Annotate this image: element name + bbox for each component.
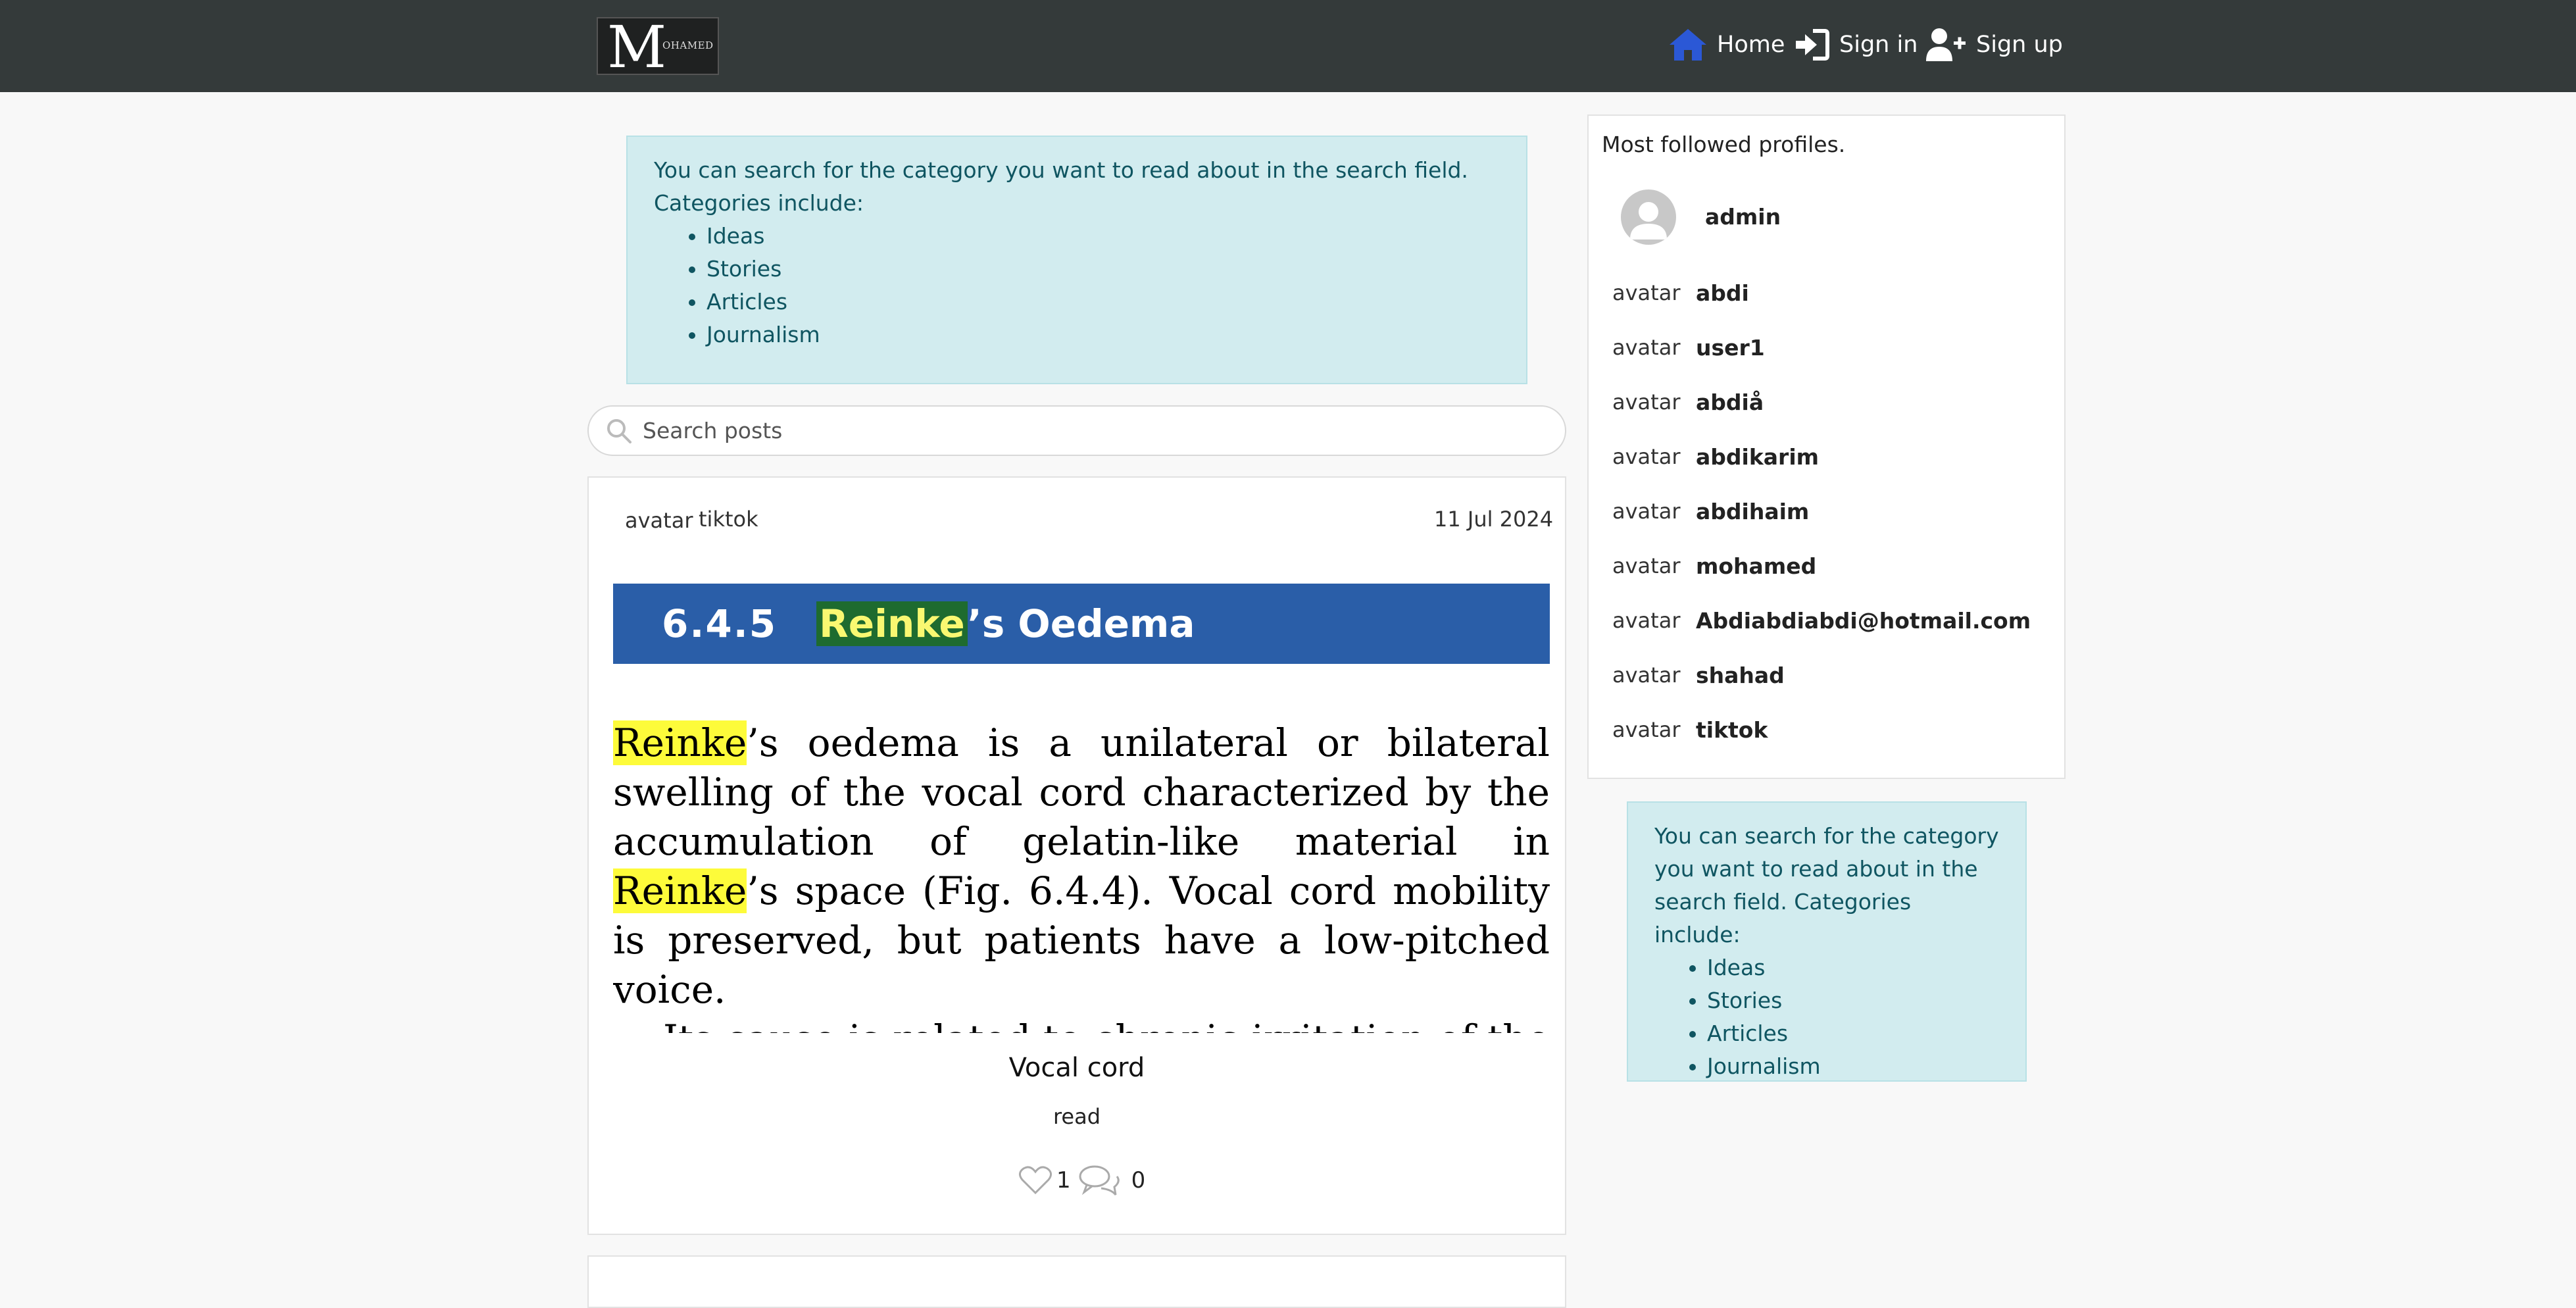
profile-row[interactable]: avatar tiktok (1612, 713, 1768, 746)
profile-row[interactable]: avatar user1 (1612, 331, 1765, 364)
profile-row[interactable]: avatar shahad (1612, 659, 1785, 692)
site-logo[interactable]: M OHAMED (597, 16, 719, 79)
user-plus-icon (1926, 28, 1966, 61)
category-item: Ideas (1707, 951, 1999, 984)
category-item: Journalism (1707, 1050, 1999, 1083)
nav-sign-up-link[interactable]: Sign up (1925, 25, 2063, 64)
search-input[interactable]: Search posts (587, 405, 1566, 456)
read-link[interactable]: read (587, 1104, 1566, 1129)
like-count: 1 (1056, 1167, 1071, 1194)
post-image-banner: 6.4.5 Reinke’s Oedema (613, 584, 1550, 664)
profile-row[interactable]: avatar Abdiabdiabdi@hotmail.com (1612, 604, 2031, 637)
category-item: Articles (706, 286, 1500, 318)
post-author[interactable]: tiktok (699, 507, 758, 532)
nav-sign-in-link[interactable]: Sign in (1793, 25, 1918, 64)
top-navbar: M OHAMED Home Sign in Sign up (0, 0, 2576, 92)
profile-row[interactable]: avatar abdikarim (1612, 440, 1819, 473)
category-list: Ideas Stories Articles Journalism (654, 220, 1500, 351)
post-date: 11 Jul 2024 (1434, 507, 1554, 532)
home-icon (1670, 29, 1706, 61)
category-item: Articles (1707, 1017, 1999, 1050)
category-item: Ideas (706, 220, 1500, 253)
author-avatar: avatar (625, 508, 693, 533)
profile-row[interactable]: avatar mohamed (1612, 549, 1816, 582)
sidebar-category-list: Ideas Stories Articles Journalism (1654, 951, 1999, 1083)
profile-row[interactable]: avatar abdi (1612, 276, 1749, 309)
user-avatar-icon (1630, 202, 1667, 239)
next-post-card[interactable] (587, 1255, 1566, 1308)
post-title[interactable]: Vocal cord (587, 1053, 1566, 1083)
admin-avatar[interactable] (1621, 189, 1676, 245)
search-icon (607, 418, 632, 443)
heart-icon[interactable] (1018, 1165, 1053, 1195)
search-placeholder: Search posts (643, 418, 783, 443)
nav-home-link[interactable]: Home (1668, 25, 1785, 64)
top-profile-name[interactable]: admin (1705, 204, 1781, 230)
sidebar-title: Most followed profiles. (1602, 132, 1846, 157)
category-item: Journalism (706, 318, 1500, 351)
sidebar-category-alert: You can search for the category you want… (1627, 801, 2027, 1082)
post-reactions: 1 0 (1018, 1163, 1145, 1197)
comment-count: 0 (1131, 1167, 1146, 1194)
sign-in-icon (1796, 29, 1829, 61)
category-item: Stories (1707, 984, 1999, 1017)
category-info-alert: You can search for the category you want… (626, 136, 1527, 384)
category-item: Stories (706, 253, 1500, 286)
post-image-excerpt: Reinke’s oedema is a unilateral or bilat… (613, 720, 1550, 1033)
profile-row[interactable]: avatar abdiå (1612, 386, 1764, 418)
comment-icon[interactable] (1077, 1163, 1122, 1197)
profile-row[interactable]: avatar abdihaim (1612, 495, 1809, 528)
